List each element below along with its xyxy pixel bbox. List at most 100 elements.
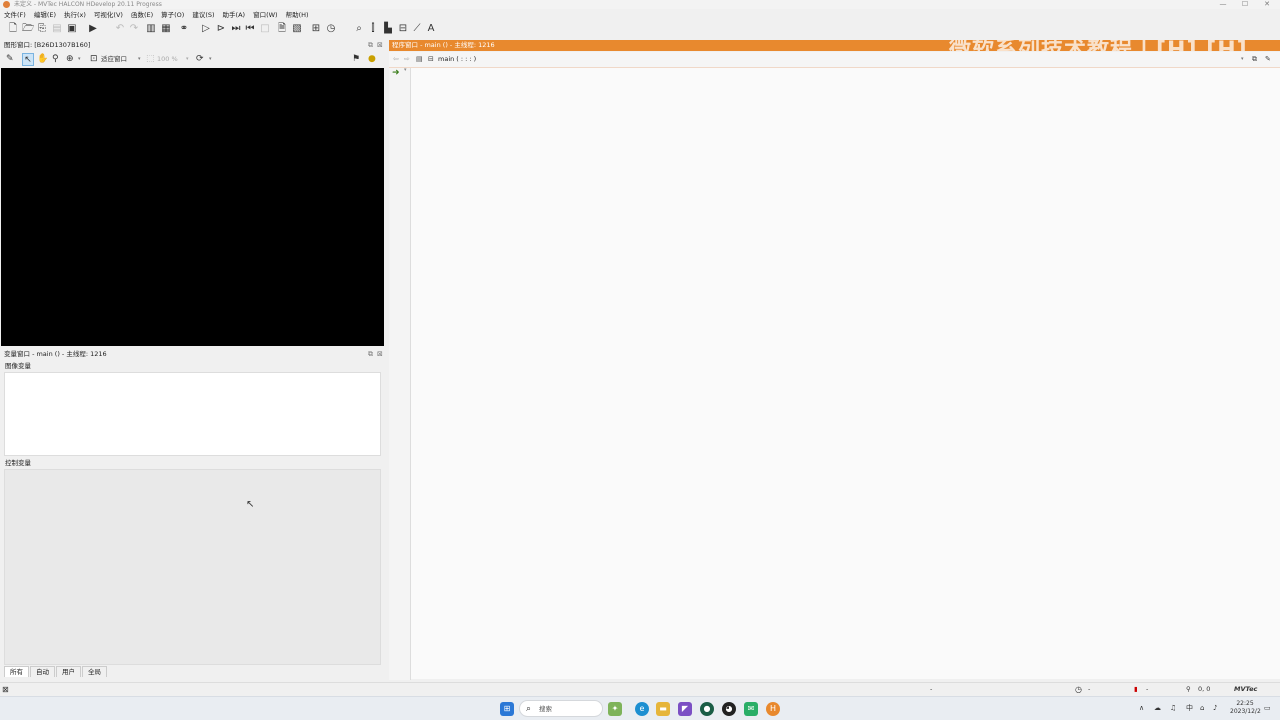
menu-file[interactable]: 文件(F) — [4, 10, 26, 21]
open-file-icon[interactable]: 🗁 — [22, 23, 34, 35]
step-back-icon[interactable]: ⏮ — [244, 23, 256, 35]
gray-histogram-icon[interactable]: ⊟ — [397, 23, 409, 35]
pin-icon[interactable]: ⚑ — [352, 53, 360, 66]
stop-icon[interactable]: □ — [259, 23, 271, 35]
procedure-select[interactable]: main ( : : : ) — [438, 54, 476, 65]
chart-icon[interactable]: ▙ — [382, 23, 394, 35]
cut-icon[interactable]: ▥ — [145, 23, 157, 35]
control-variables-list[interactable] — [4, 469, 381, 665]
zoom-level-dropdown-icon[interactable]: ▾ — [186, 53, 189, 66]
app-icon[interactable]: ● — [700, 702, 714, 716]
menu-functions[interactable]: 函数(E) — [131, 10, 153, 21]
fold-marker-icon[interactable]: ▾ — [404, 67, 407, 73]
taskbar-search[interactable]: ⌕ 搜索 — [519, 700, 603, 717]
save-all-icon[interactable]: ⎘ — [36, 23, 48, 35]
cloud-icon[interactable]: ☁ — [1154, 703, 1161, 714]
graphics-canvas[interactable] — [1, 68, 384, 346]
back-arrow-icon[interactable]: ⇦ — [393, 54, 399, 65]
window-layout-icon[interactable]: ⊞ — [310, 23, 322, 35]
minimize-button[interactable]: — — [1212, 0, 1234, 9]
save-icon[interactable]: ▣ — [66, 23, 78, 35]
menu-assistants[interactable]: 助手(A) — [223, 10, 246, 21]
menu-visualization[interactable]: 可视化(V) — [94, 10, 123, 21]
tab-all[interactable]: 所有 — [4, 666, 29, 677]
tab-auto[interactable]: 自动 — [30, 666, 55, 677]
find-icon[interactable]: ⚭ — [178, 23, 190, 35]
line-profile-icon[interactable]: ⟋ — [411, 23, 423, 35]
pan-hand-icon[interactable]: ✋ — [37, 53, 48, 66]
brush-icon[interactable]: ✎ — [6, 53, 14, 66]
fit-window-label[interactable]: 适应窗口 — [101, 53, 127, 66]
editor-gutter[interactable]: ➜ ▾ — [389, 67, 411, 680]
view-options-dropdown-icon[interactable]: ▾ — [209, 53, 212, 66]
ime-indicator[interactable]: 中 — [1186, 703, 1193, 714]
procedure-icon[interactable]: ⊟ — [428, 54, 434, 65]
forward-arrow-icon[interactable]: ⇨ — [404, 54, 410, 65]
pointer-icon[interactable]: ↖ — [22, 53, 34, 66]
maximize-button[interactable]: ☐ — [1234, 0, 1256, 9]
edit-icon[interactable]: ✎ — [1265, 54, 1271, 65]
title-bar: 未定义 - MVTec HALCON HDevelop 20.11 Progre… — [0, 0, 1280, 9]
network-icon[interactable]: ⌂ — [1200, 703, 1204, 714]
microphone-icon[interactable]: ♫ — [1170, 703, 1176, 714]
lightbulb-icon[interactable]: ● — [368, 53, 376, 66]
visual-studio-icon[interactable]: ◤ — [678, 702, 692, 716]
profiler-icon[interactable]: ◷ — [325, 23, 337, 35]
redo-icon[interactable]: ↷ — [128, 23, 140, 35]
widgets-icon[interactable]: ✦ — [608, 702, 622, 716]
wechat-icon[interactable]: ✉ — [744, 702, 758, 716]
panel-close-icon[interactable]: ⊠ — [377, 41, 383, 50]
mvtec-logo: MVTec — [1234, 685, 1258, 693]
camera-icon[interactable]: ▶ — [87, 23, 99, 35]
step-run-icon[interactable]: ⊳ — [215, 23, 227, 35]
menu-window[interactable]: 窗口(W) — [253, 10, 278, 21]
menu-suggestions[interactable]: 建议(S) — [192, 10, 214, 21]
procedure-dropdown-icon[interactable]: ▾ — [1241, 54, 1244, 65]
procedure-list-icon[interactable]: ▤ — [416, 54, 423, 65]
print-icon[interactable]: ▤ — [51, 23, 63, 35]
run-icon[interactable]: ▷ — [200, 23, 212, 35]
clock-time: 22:25 — [1236, 700, 1254, 707]
volume-icon[interactable]: ♪ — [1213, 703, 1217, 714]
notification-icon[interactable]: ▭ — [1264, 703, 1271, 714]
ocr-icon[interactable]: A — [425, 23, 437, 35]
file-explorer-icon[interactable]: ▬ — [656, 702, 670, 716]
view-options-icon[interactable]: ⟳ — [196, 53, 204, 66]
fit-dropdown-icon[interactable]: ▾ — [138, 53, 141, 66]
edge-icon[interactable]: e — [635, 702, 649, 716]
search-icon[interactable]: ⌕ — [353, 23, 365, 35]
zoom-level-value[interactable]: 100 % — [157, 53, 178, 66]
reset-icon[interactable]: 🗎 — [276, 23, 288, 35]
menu-execute[interactable]: 执行(x) — [64, 10, 86, 21]
menu-operators[interactable]: 算子(O) — [161, 10, 184, 21]
pixel-info-icon: ⚲ — [1186, 685, 1191, 693]
magnifier-icon[interactable]: ⚲ — [52, 53, 59, 66]
halcon-logo-icon — [3, 1, 10, 8]
split-view-icon[interactable]: ⧉ — [1252, 54, 1257, 65]
status-toggle-icon[interactable]: ⊠ — [2, 684, 9, 695]
variable-undock-icon[interactable]: ⧉ — [368, 350, 373, 359]
undock-icon[interactable]: ⧉ — [368, 41, 373, 50]
tray-expand-icon[interactable]: ∧ — [1139, 703, 1144, 714]
tab-user[interactable]: 用户 — [56, 666, 81, 677]
zoom-icon[interactable]: ⊕ — [66, 53, 74, 66]
tab-global[interactable]: 全局 — [82, 666, 107, 677]
taskbar-clock[interactable]: 22:25 2023/12/2 — [1230, 700, 1261, 716]
step-over-icon[interactable]: ⏭ — [230, 23, 242, 35]
program-editor[interactable]: ➜ ▾ — [389, 67, 1280, 680]
halcon-taskbar-icon[interactable]: H — [766, 702, 780, 716]
start-icon[interactable]: ⊞ — [500, 702, 514, 716]
zoom-dropdown-icon[interactable]: ▾ — [78, 53, 81, 66]
undo-icon[interactable]: ↶ — [114, 23, 126, 35]
variable-close-icon[interactable]: ⊠ — [377, 350, 383, 359]
close-button[interactable]: ✕ — [1256, 0, 1278, 9]
menu-help[interactable]: 帮助(H) — [286, 10, 309, 21]
histogram-icon[interactable]: ⫿ — [367, 23, 379, 35]
fit-window-icon[interactable]: ⊡ — [90, 53, 98, 66]
copy-icon[interactable]: ▦ — [160, 23, 172, 35]
new-file-icon[interactable]: 🗋 — [7, 23, 19, 35]
qq-icon[interactable]: ◕ — [722, 702, 736, 716]
menu-edit[interactable]: 编辑(E) — [34, 10, 56, 21]
reset-program-icon[interactable]: ▧ — [291, 23, 303, 35]
iconic-variables-list[interactable] — [4, 372, 381, 456]
